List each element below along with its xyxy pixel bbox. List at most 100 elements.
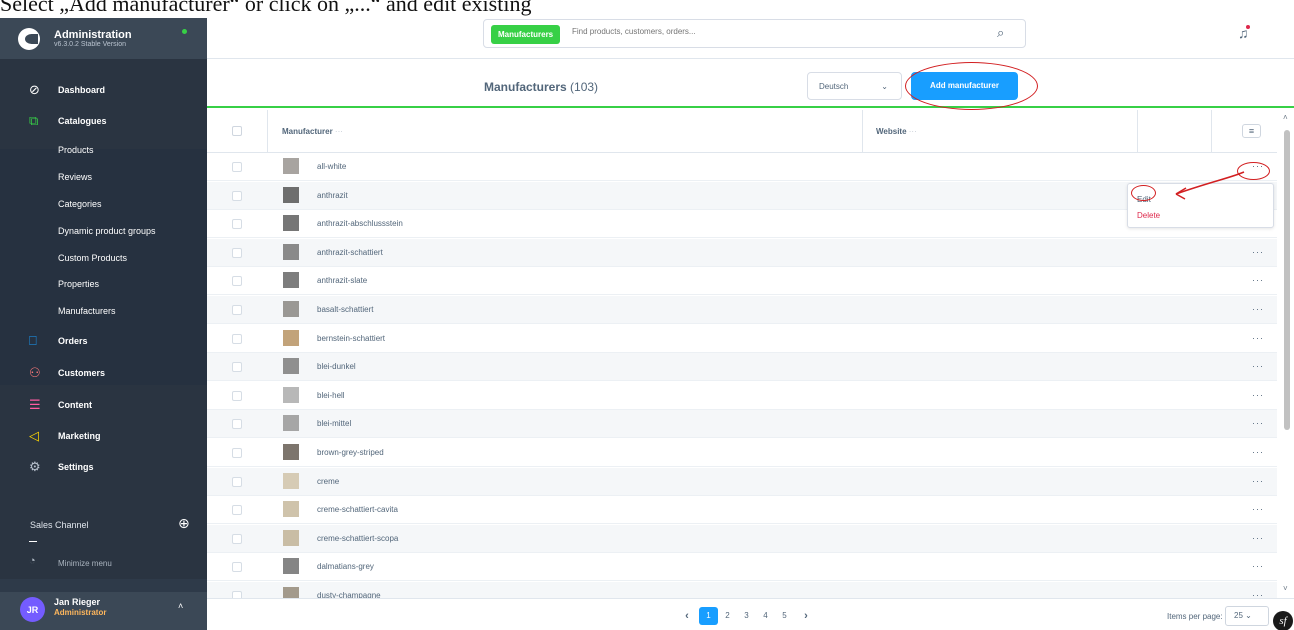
nav-item-orders[interactable]: ⎕ Orders bbox=[0, 326, 207, 356]
column-menu-icon[interactable]: ··· bbox=[909, 127, 917, 136]
row-action-ellipsis-icon[interactable]: ··· bbox=[1252, 533, 1264, 543]
table-row[interactable]: brown-grey-striped ··· bbox=[207, 439, 1277, 467]
row-checkbox[interactable] bbox=[232, 419, 242, 430]
scroll-down-icon[interactable]: ˅ bbox=[1283, 584, 1288, 593]
manufacturer-name[interactable]: creme-schattiert-cavita bbox=[317, 505, 398, 514]
search-input[interactable] bbox=[572, 27, 972, 36]
row-checkbox[interactable] bbox=[232, 190, 242, 201]
row-checkbox[interactable] bbox=[232, 305, 242, 315]
row-action-ellipsis-icon[interactable]: ··· bbox=[1252, 561, 1264, 571]
nav-item-catalogues[interactable]: ⧉ Catalogues bbox=[0, 106, 207, 136]
table-row[interactable]: anthrazit··· bbox=[207, 181, 1277, 210]
row-checkbox[interactable] bbox=[232, 333, 242, 344]
row-checkbox[interactable] bbox=[232, 476, 242, 487]
manufacturer-name[interactable]: bernstein-schattiert bbox=[317, 334, 385, 343]
row-checkbox[interactable] bbox=[232, 247, 242, 258]
manufacturer-name[interactable]: anthrazit-slate bbox=[317, 276, 367, 285]
row-action-ellipsis-icon[interactable]: ··· bbox=[1252, 504, 1264, 514]
table-row[interactable]: creme ··· bbox=[207, 467, 1277, 496]
table-row[interactable]: creme-schattiert-scopa ··· bbox=[207, 524, 1277, 553]
manufacturer-name[interactable]: creme bbox=[317, 477, 339, 486]
global-search[interactable]: Manufacturers ⌕ bbox=[483, 19, 1026, 48]
minimize-icon[interactable]: ◔ bbox=[29, 555, 36, 567]
page-button[interactable]: 5 bbox=[775, 607, 794, 625]
select-all-checkbox[interactable] bbox=[232, 126, 242, 136]
row-action-ellipsis-icon[interactable]: ··· bbox=[1252, 275, 1264, 285]
manufacturer-name[interactable]: brown-grey-striped bbox=[317, 448, 384, 457]
nav-item-marketing[interactable]: ◁ Marketing bbox=[0, 421, 207, 451]
column-menu-icon[interactable]: ··· bbox=[335, 127, 343, 136]
row-checkbox[interactable] bbox=[232, 162, 242, 172]
add-sales-channel-icon[interactable]: ⊕ bbox=[178, 515, 190, 532]
row-action-ellipsis-icon[interactable]: ··· bbox=[1252, 247, 1264, 257]
table-row[interactable]: all-white ··· bbox=[207, 153, 1277, 181]
row-action-ellipsis-icon[interactable]: ··· bbox=[1252, 476, 1264, 486]
manufacturer-name[interactable]: creme-schattiert-scopa bbox=[317, 534, 398, 543]
table-row[interactable]: anthrazit-slate ··· bbox=[207, 267, 1277, 296]
table-row[interactable]: dalmatians-grey ··· bbox=[207, 553, 1277, 582]
nav-item-customers[interactable]: ⚇ Customers bbox=[0, 358, 207, 388]
manufacturer-name[interactable]: all-white bbox=[317, 162, 346, 171]
nav-subitem-properties[interactable]: Properties bbox=[0, 269, 207, 299]
page-button[interactable]: 3 bbox=[737, 607, 756, 625]
minimize-menu-link[interactable]: Minimize menu bbox=[58, 559, 112, 568]
nav-item-settings[interactable]: ⚙ Settings bbox=[0, 452, 207, 482]
next-page-icon[interactable]: › bbox=[794, 610, 818, 622]
row-checkbox[interactable] bbox=[232, 591, 242, 598]
manufacturer-name[interactable]: blei-hell bbox=[317, 391, 345, 400]
manufacturer-name[interactable]: blei-mittel bbox=[317, 419, 351, 428]
page-button[interactable]: 1 bbox=[699, 607, 718, 625]
table-row[interactable]: blei-mittel ··· bbox=[207, 410, 1277, 439]
table-row[interactable]: basalt-schattiert ··· bbox=[207, 296, 1277, 324]
user-menu[interactable]: JR Jan Rieger Administrator ˄ bbox=[0, 592, 207, 630]
table-row[interactable]: bernstein-schattiert ··· bbox=[207, 325, 1277, 353]
row-checkbox[interactable] bbox=[232, 505, 242, 516]
column-header-website[interactable]: Website ··· bbox=[876, 127, 917, 136]
page-button[interactable]: 4 bbox=[756, 607, 775, 625]
nav-subitem-manufacturers[interactable]: Manufacturers bbox=[0, 296, 207, 326]
table-row[interactable]: anthrazit-schattiert ··· bbox=[207, 238, 1277, 267]
search-type-tag[interactable]: Manufacturers bbox=[491, 25, 561, 44]
manufacturer-name[interactable]: anthrazit-schattiert bbox=[317, 248, 383, 257]
search-icon[interactable]: ⌕ bbox=[997, 25, 1004, 41]
row-checkbox[interactable] bbox=[232, 562, 242, 573]
items-per-page-select[interactable]: 25 ⌄ bbox=[1225, 606, 1269, 626]
manufacturer-name[interactable]: anthrazit bbox=[317, 191, 348, 200]
column-header-manufacturer[interactable]: Manufacturer ··· bbox=[282, 127, 343, 136]
manufacturer-name[interactable]: basalt-schattiert bbox=[317, 305, 373, 314]
manufacturer-name[interactable]: anthrazit-abschlussstein bbox=[317, 219, 403, 228]
table-row[interactable]: anthrazit-abschlussstein··· bbox=[207, 210, 1277, 239]
prev-page-icon[interactable]: ‹ bbox=[675, 610, 699, 622]
row-action-ellipsis-icon[interactable]: ··· bbox=[1252, 304, 1264, 314]
row-checkbox[interactable] bbox=[232, 448, 242, 458]
nav-item-dashboard[interactable]: ⊘ Dashboard bbox=[0, 75, 207, 105]
language-select[interactable]: Deutsch ⌄ bbox=[807, 72, 902, 100]
scroll-thumb[interactable] bbox=[1284, 130, 1290, 430]
nav-subitem-dynamic-product-groups[interactable]: Dynamic product groups bbox=[0, 216, 207, 246]
symfony-toolbar-icon[interactable]: sf bbox=[1273, 611, 1293, 630]
context-delete[interactable]: Delete bbox=[1137, 211, 1160, 220]
grid-settings-button[interactable]: ≡ bbox=[1242, 124, 1261, 138]
row-action-ellipsis-icon[interactable]: ··· bbox=[1252, 418, 1264, 428]
row-action-ellipsis-icon[interactable]: ··· bbox=[1252, 390, 1264, 400]
page-button[interactable]: 2 bbox=[718, 607, 737, 625]
grid-scrollbar[interactable]: ˄ ˅ bbox=[1280, 110, 1294, 598]
manufacturer-name[interactable]: dusty-champagne bbox=[317, 591, 381, 598]
table-row[interactable]: dusty-champagne ··· bbox=[207, 582, 1277, 598]
row-action-ellipsis-icon[interactable]: ··· bbox=[1252, 590, 1264, 598]
nav-subitem-products[interactable]: Products bbox=[0, 135, 207, 165]
row-checkbox[interactable] bbox=[232, 276, 242, 287]
manufacturer-name[interactable]: blei-dunkel bbox=[317, 362, 356, 371]
row-action-ellipsis-icon[interactable]: ··· bbox=[1252, 333, 1264, 343]
scroll-up-icon[interactable]: ˄ bbox=[1283, 113, 1288, 122]
row-action-ellipsis-icon[interactable]: ··· bbox=[1252, 447, 1264, 457]
table-row[interactable]: blei-dunkel ··· bbox=[207, 353, 1277, 382]
row-checkbox[interactable] bbox=[232, 362, 242, 373]
table-row[interactable]: blei-hell ··· bbox=[207, 382, 1277, 410]
nav-subitem-categories[interactable]: Categories bbox=[0, 189, 207, 219]
row-checkbox[interactable] bbox=[232, 390, 242, 401]
manufacturer-name[interactable]: dalmatians-grey bbox=[317, 562, 374, 571]
nav-subitem-reviews[interactable]: Reviews bbox=[0, 162, 207, 192]
row-checkbox[interactable] bbox=[232, 219, 242, 230]
row-checkbox[interactable] bbox=[232, 533, 242, 544]
